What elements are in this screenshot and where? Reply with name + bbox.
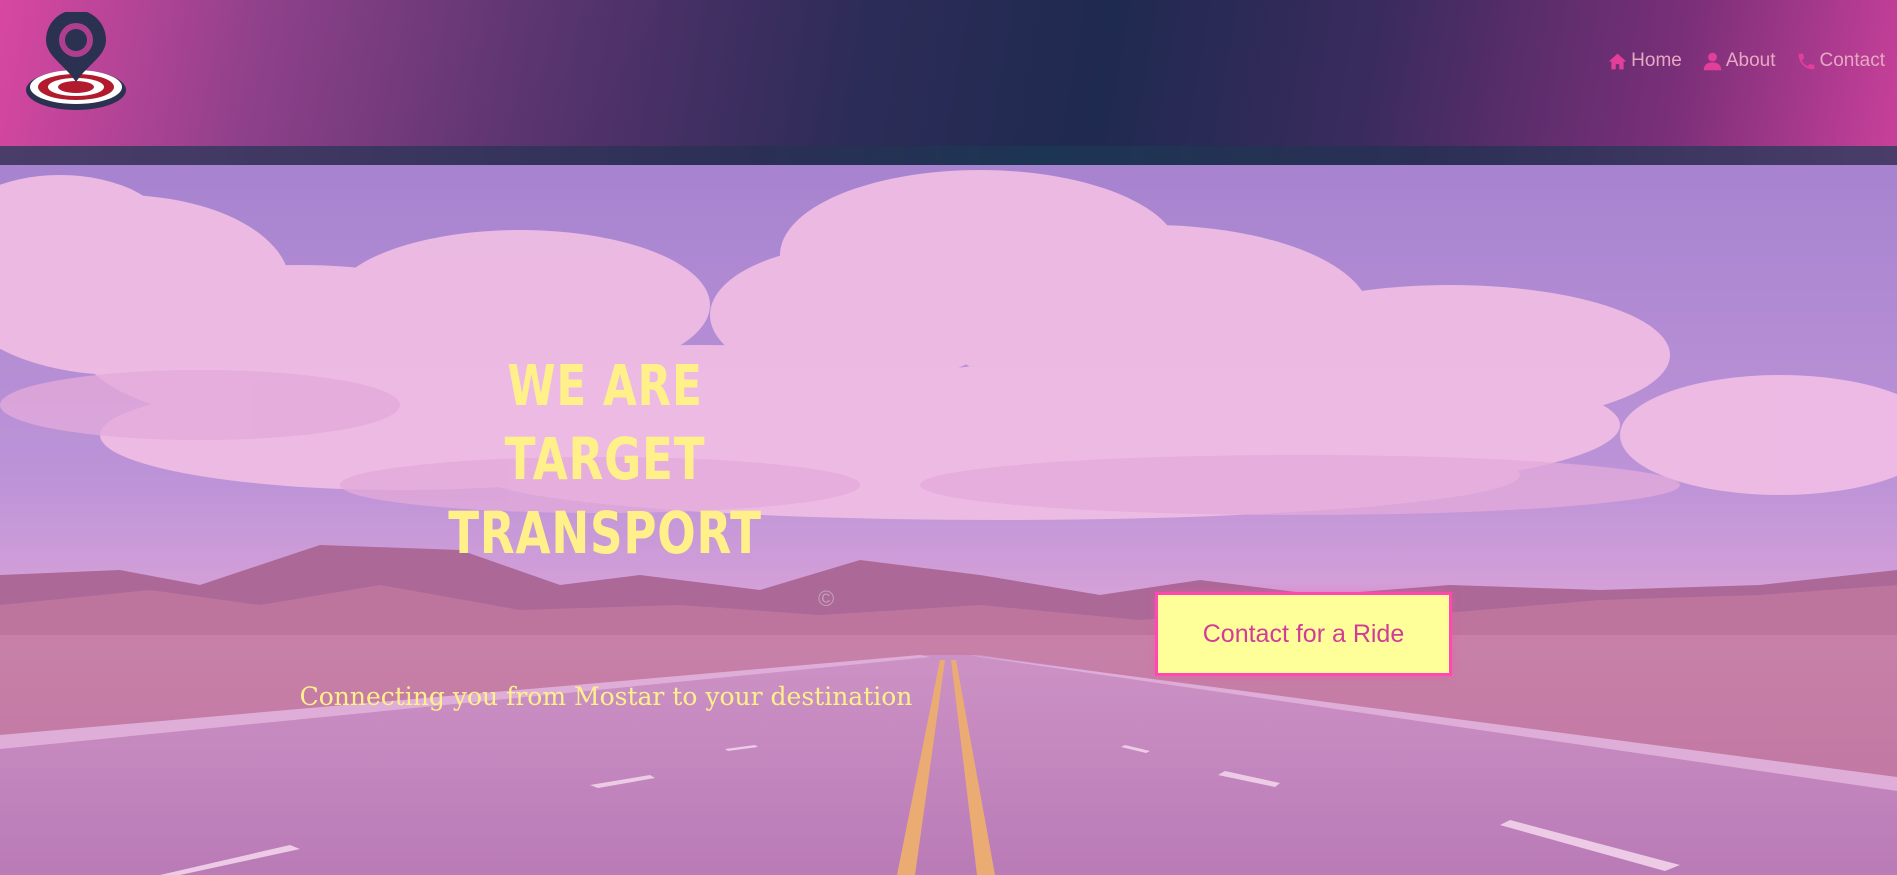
target-location-pin-icon	[26, 12, 126, 110]
headline-line-2: TARGET TRANSPORT	[448, 425, 762, 567]
hero-section	[0, 165, 1897, 875]
site-header	[0, 0, 1897, 146]
main-nav: Home About Contact	[1607, 50, 1885, 72]
hero-overlay	[0, 165, 1897, 875]
nav-home[interactable]: Home	[1607, 50, 1682, 72]
logo[interactable]	[24, 12, 128, 112]
contact-for-ride-button[interactable]: Contact for a Ride	[1155, 592, 1452, 676]
user-icon	[1703, 52, 1722, 70]
hero-tagline: Connecting you from Mostar to your desti…	[299, 682, 913, 711]
copyright-mark: ©	[818, 586, 835, 611]
nav-contact[interactable]: Contact	[1796, 50, 1885, 72]
phone-icon	[1798, 53, 1814, 69]
header-divider	[0, 146, 1897, 165]
headline-line-1: WE ARE	[507, 354, 703, 419]
nav-about[interactable]: About	[1702, 50, 1776, 72]
nav-about-label: About	[1725, 50, 1776, 71]
home-icon	[1608, 53, 1627, 69]
nav-contact-label: Contact	[1819, 50, 1885, 71]
hero-headline: WE ARE TARGET TRANSPORT	[398, 352, 811, 570]
nav-home-label: Home	[1631, 50, 1682, 71]
